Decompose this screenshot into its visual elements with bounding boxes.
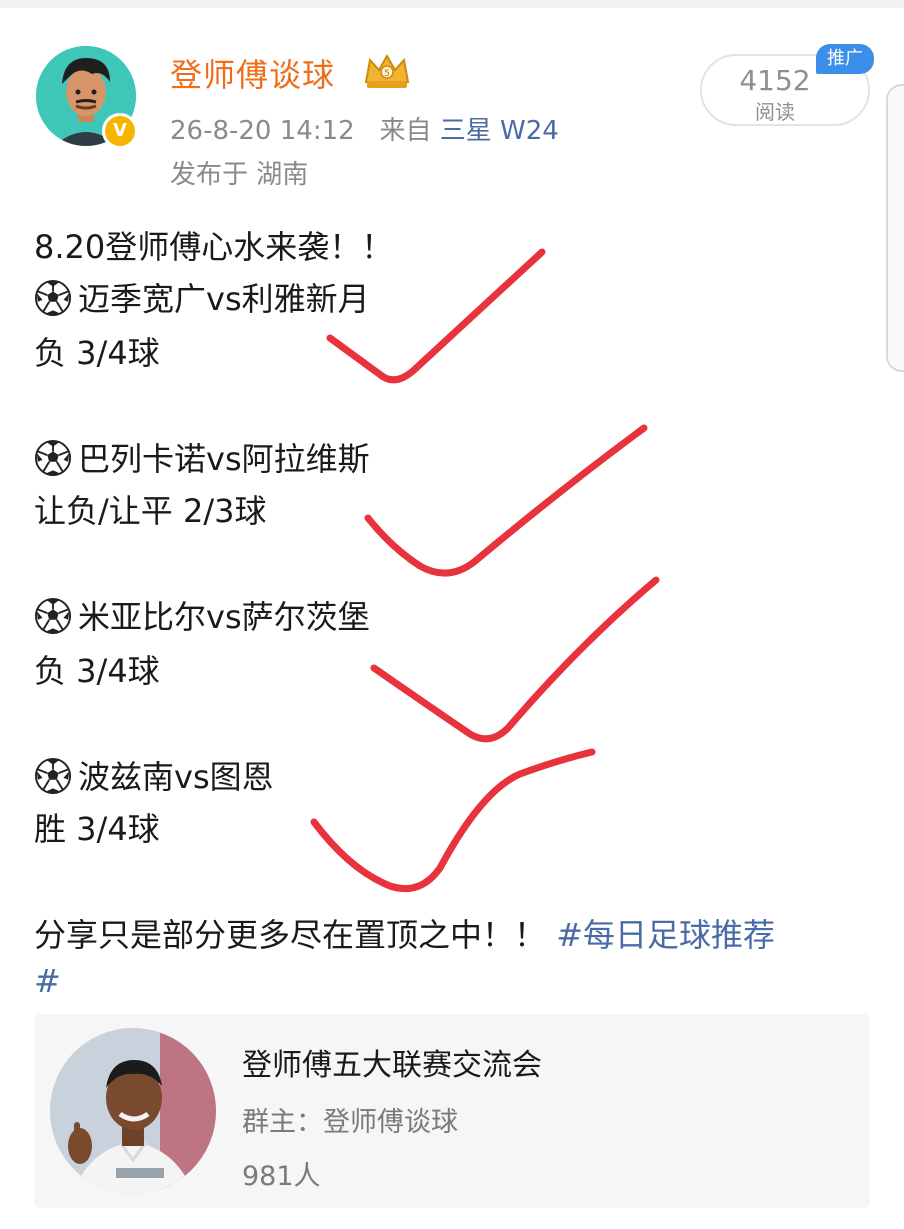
soccer-ball-icon bbox=[34, 279, 72, 317]
match-3-pick: 负 3/4球 bbox=[34, 652, 160, 690]
match-3: 米亚比尔vs萨尔茨堡 bbox=[34, 592, 370, 638]
post-title: 8.20登师傅心水来袭！！ bbox=[34, 228, 394, 266]
post-location: 发布于 湖南 bbox=[170, 160, 309, 190]
match-2-pick: 让负/让平 2/3球 bbox=[34, 492, 267, 530]
checkmark-3 bbox=[370, 576, 660, 743]
match-2: 巴列卡诺vs阿拉维斯 bbox=[34, 434, 370, 480]
verified-badge-icon: V bbox=[102, 113, 138, 149]
group-title[interactable]: 登师傅五大联赛交流会 bbox=[242, 1040, 542, 1084]
match-1-teams: 迈季宽广vs利雅新月 bbox=[78, 280, 370, 318]
match-2-teams: 巴列卡诺vs阿拉维斯 bbox=[78, 440, 370, 478]
match-3-teams: 米亚比尔vs萨尔茨堡 bbox=[78, 598, 370, 636]
hashtag-link[interactable]: #每日足球推荐 bbox=[556, 916, 775, 954]
post-footer: 分享只是部分更多尽在置顶之中！！ #每日足球推荐 bbox=[34, 910, 775, 956]
post-meta: 26-8-20 14:12 来自 三星 W24 bbox=[170, 110, 559, 147]
match-1: 迈季宽广vs利雅新月 bbox=[34, 274, 370, 320]
post-timestamp: 26-8-20 14:12 bbox=[170, 116, 355, 146]
soccer-ball-icon bbox=[34, 439, 72, 477]
svg-text:5: 5 bbox=[384, 69, 390, 79]
device-link[interactable]: 三星 W24 bbox=[440, 116, 559, 146]
match-4: 波兹南vs图恩 bbox=[34, 752, 274, 798]
side-scroll-handle[interactable] bbox=[886, 84, 904, 372]
checkmark-2 bbox=[364, 424, 648, 577]
group-member-count: 981人 bbox=[242, 1161, 321, 1192]
checkmark-4 bbox=[310, 748, 596, 893]
match-4-teams: 波兹南vs图恩 bbox=[78, 758, 274, 796]
group-owner: 群主：登师傅谈球 bbox=[242, 1107, 458, 1138]
status-strip bbox=[0, 0, 904, 8]
author-name[interactable]: 登师傅谈球 bbox=[170, 50, 335, 96]
footer-text: 分享只是部分更多尽在置顶之中！！ bbox=[34, 916, 547, 954]
hashtag-link-end[interactable]: # bbox=[34, 962, 61, 1000]
group-avatar[interactable] bbox=[50, 1028, 216, 1194]
match-4-pick: 胜 3/4球 bbox=[34, 810, 160, 848]
source-prefix: 来自 bbox=[379, 116, 432, 146]
soccer-ball-icon bbox=[34, 757, 72, 795]
match-1-pick: 负 3/4球 bbox=[34, 334, 160, 372]
crown-icon: 5 bbox=[364, 53, 410, 88]
promo-badge: 推广 bbox=[816, 44, 874, 74]
soccer-ball-icon bbox=[34, 597, 72, 635]
read-label: 阅读 bbox=[755, 100, 795, 124]
